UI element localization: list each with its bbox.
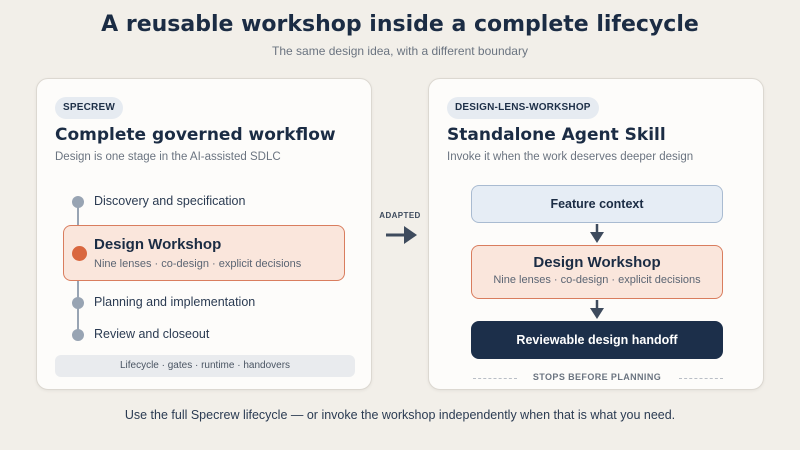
step-discovery: Discovery and specification (94, 194, 246, 208)
step-design-workshop-title: Design Workshop (94, 236, 222, 253)
boundary-dash-right (679, 378, 723, 379)
design-workshop-box-title: Design Workshop (533, 254, 661, 271)
design-lens-card-title: Standalone Agent Skill (447, 125, 666, 145)
design-lens-workshop-card: DESIGN-LENS-WORKSHOP Standalone Agent Sk… (428, 78, 764, 390)
arrow-right-icon (386, 226, 417, 244)
step-design-workshop-detail: Nine lenses · co-design · explicit decis… (94, 258, 302, 270)
feature-context-box: Feature context (471, 185, 723, 223)
page-subtitle: The same design idea, with a different b… (272, 44, 528, 58)
specrew-card: SPECREW Complete governed workflow Desig… (36, 78, 372, 390)
stops-before-planning-boundary: STOPS BEFORE PLANNING (429, 371, 765, 385)
design-lens-workshop-tag: DESIGN-LENS-WORKSHOP (447, 97, 599, 119)
timeline-dot-discovery (72, 196, 84, 208)
footer-note: Use the full Specrew lifecycle — or invo… (124, 408, 676, 422)
step-design-workshop: Design Workshop Nine lenses · co-design … (63, 225, 345, 281)
arrow-down-icon (590, 300, 604, 319)
arrow-down-icon (590, 224, 604, 243)
timeline-dot-review (72, 329, 84, 341)
stops-before-planning-label: STOPS BEFORE PLANNING (532, 372, 662, 382)
design-lens-card-subtitle: Invoke it when the work deserves deeper … (447, 151, 694, 163)
design-workshop-box: Design Workshop Nine lenses · co-design … (471, 245, 723, 299)
adapted-label: ADAPTED (379, 211, 421, 220)
specrew-card-subtitle: Design is one stage in the AI-assisted S… (55, 151, 281, 163)
specrew-tag: SPECREW (55, 97, 123, 119)
page-title: A reusable workshop inside a complete li… (101, 12, 699, 37)
lifecycle-footer-pill: Lifecycle · gates · runtime · handovers (55, 355, 355, 377)
design-workshop-box-detail: Nine lenses · co-design · explicit decis… (493, 274, 701, 286)
timeline-dot-planning (72, 297, 84, 309)
step-review: Review and closeout (94, 327, 210, 341)
design-handoff-box: Reviewable design handoff (471, 321, 723, 359)
timeline-dot-design-workshop (72, 246, 87, 261)
step-planning: Planning and implementation (94, 295, 256, 309)
specrew-card-title: Complete governed workflow (55, 125, 336, 145)
